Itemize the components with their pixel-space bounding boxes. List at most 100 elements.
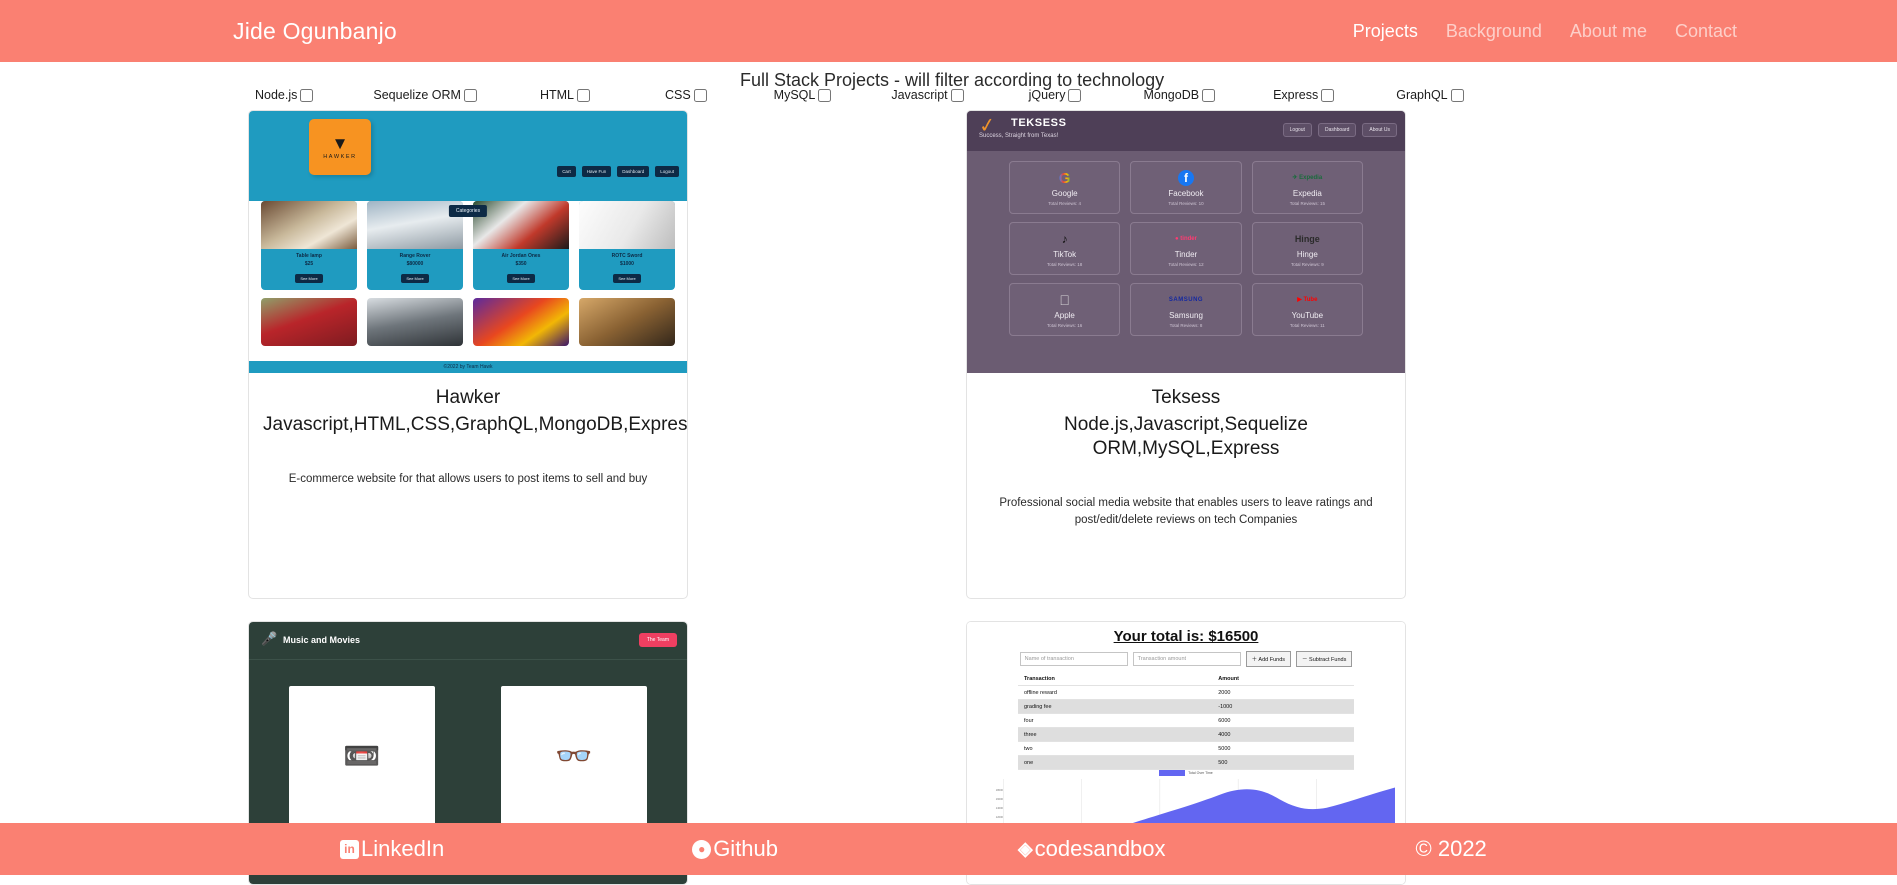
company-reviews: Total Reviews: 16 [1047, 322, 1083, 328]
filter-checkbox-jquery[interactable] [1068, 88, 1082, 102]
transaction-amount-input: Transaction amount [1132, 652, 1241, 667]
product-see-more-button: See More [295, 274, 323, 283]
project-title: Hawker [435, 387, 501, 408]
filter-mongodb[interactable]: MongoDB [1143, 88, 1216, 102]
cassette-tape-icon: 📼 [343, 739, 381, 773]
company-name: Samsung [1169, 310, 1203, 320]
filter-graphql[interactable]: GraphQL [1396, 88, 1464, 102]
product-price: $25 [304, 261, 314, 267]
filter-checkbox-express[interactable] [1321, 88, 1335, 102]
nav-link-about-me[interactable]: About me [1570, 21, 1647, 42]
desk-image [367, 298, 463, 346]
hawker-product-row-2 [249, 298, 687, 346]
footer-link-linkedin[interactable]: in LinkedIn [340, 836, 444, 862]
hawker-product-card [579, 298, 675, 346]
company-reviews: Total Reviews: 8 [1169, 322, 1203, 328]
product-see-more-button: See More [401, 274, 429, 283]
filter-html[interactable]: HTML [540, 88, 590, 102]
y-tick: 16000 [995, 798, 1003, 802]
nav-link-background[interactable]: Background [1446, 21, 1542, 42]
company-card-tinder: ● tinder Tinder Total Reviews: 12 [1130, 222, 1242, 275]
product-name: Air Jordan Ones [501, 253, 541, 259]
hawker-logo: ▼ HAWKER [309, 119, 371, 175]
table-row: grading fee -1000 [1018, 699, 1354, 715]
company-reviews: Total Reviews: 9 [1290, 261, 1324, 267]
transactions-table: Transaction Amount offline reward 2000 g… [1018, 672, 1354, 771]
linkedin-icon: in [340, 839, 359, 859]
project-tech-list: Javascript,HTML,CSS,GraphQL,MongoDB,Expr… [263, 414, 688, 435]
codesandbox-icon: ◈ [1018, 838, 1033, 860]
filter-jquery[interactable]: jQuery [1029, 88, 1082, 102]
filter-label-nodejs: Node.js [255, 88, 298, 102]
hawk-bird-icon: ▼ [331, 133, 349, 153]
hawker-nav-cart: Cart [557, 166, 576, 177]
tinder-logo-icon: ● tinder [1175, 236, 1197, 242]
nav-link-contact[interactable]: Contact [1675, 21, 1737, 42]
hawker-nav-logout: Logout [655, 166, 679, 177]
filter-label-sequelize-orm: Sequelize ORM [373, 88, 461, 102]
hawker-nav-have-fun: Have Fun [581, 166, 612, 177]
footer-link-github[interactable]: ● Github [692, 836, 778, 862]
samsung-logo-icon: SAMSUNG [1168, 297, 1204, 303]
microphone-icon: 🎤 [261, 631, 278, 647]
hawker-nav-dashboard: Dashboard [617, 166, 650, 177]
hawker-site-footer: ©2022 by Team Hawk [249, 361, 687, 373]
company-reviews: Total Reviews: 18 [1047, 261, 1083, 267]
nav-link-projects[interactable]: Projects [1353, 21, 1418, 42]
filter-javascript[interactable]: Javascript [891, 88, 964, 102]
product-name: Table lamp [296, 253, 322, 259]
brand-name[interactable]: Jide Ogunbanjo [233, 18, 397, 45]
company-name: Apple [1054, 310, 1075, 320]
filter-checkbox-mysql[interactable] [818, 88, 832, 102]
3d-glasses-icon: 👓 [555, 739, 593, 773]
filter-checkbox-sequelize-orm[interactable] [463, 88, 477, 102]
budget-total: Your total is: $16500 [1113, 628, 1259, 646]
filter-label-jquery: jQuery [1028, 88, 1066, 102]
y-tick: 18000 [995, 789, 1003, 793]
filter-checkbox-javascript[interactable] [950, 88, 964, 102]
legend-swatch [1159, 770, 1186, 777]
footer-link-codesandbox[interactable]: ◈ codesandbox [1018, 836, 1166, 862]
project-card-hawker[interactable]: ▼ HAWKER Cart Have Fun Dashboard Logout … [248, 110, 688, 600]
teksess-brand: TEKSESS [1011, 117, 1067, 129]
filter-checkbox-html[interactable] [576, 88, 590, 102]
air-jordan-image [473, 201, 569, 249]
column-header-transaction: Transaction [1018, 672, 1213, 687]
mam-brand: Music and Movies [283, 635, 361, 646]
transaction-name: one [1018, 755, 1213, 771]
table-row: four 6000 [1018, 713, 1354, 729]
table-lamp-image [261, 201, 357, 249]
filter-checkbox-nodejs[interactable] [300, 88, 314, 102]
filter-bar: Full Stack Projects - will filter accord… [0, 62, 1897, 108]
y-tick: 12000 [995, 816, 1003, 820]
apple-logo-icon:  [1059, 292, 1070, 309]
transaction-name: two [1018, 741, 1213, 757]
hinge-logo-icon: Hinge [1294, 233, 1320, 244]
subtract-funds-button: － Subtract Funds [1296, 651, 1353, 668]
site-footer: in LinkedIn ● Github ◈ codesandbox © 202… [0, 823, 1897, 875]
chart-legend: Total Over Time [977, 770, 1395, 777]
filter-label-javascript: Javascript [891, 88, 948, 102]
product-name: Range Rover [399, 253, 431, 259]
mam-the-team-button: The Team [638, 633, 677, 648]
filter-checkbox-css[interactable] [693, 88, 707, 102]
company-name: Google [1051, 188, 1078, 198]
bentley-image [261, 298, 357, 346]
teksess-header: ✓ TEKSESS Success, Straight from Texas! … [967, 111, 1405, 151]
expedia-logo-icon: ✈ Expedia [1292, 175, 1323, 181]
filter-checkbox-graphql[interactable] [1450, 88, 1464, 102]
project-description: E-commerce website for that allows users… [288, 472, 648, 485]
project-card-teksess[interactable]: ✓ TEKSESS Success, Straight from Texas! … [966, 110, 1406, 600]
hawker-header: ▼ HAWKER Cart Have Fun Dashboard Logout [249, 111, 687, 183]
filter-mysql[interactable]: MySQL [774, 88, 832, 102]
budget-entry-form: Name of transaction Transaction amount ＋… [977, 651, 1395, 668]
filter-sequelize-orm[interactable]: Sequelize ORM [373, 88, 477, 102]
teksess-nav-buttons: Logout Dashboard About Us [1282, 123, 1397, 137]
youtube-logo-icon: ▶ Tube [1297, 297, 1318, 303]
filter-express[interactable]: Express [1273, 88, 1335, 102]
filter-checkbox-mongodb[interactable] [1202, 88, 1216, 102]
product-price: $1000 [620, 261, 634, 267]
footer-label-github: Github [713, 836, 779, 861]
filter-css[interactable]: CSS [665, 88, 707, 102]
filter-nodejs[interactable]: Node.js [255, 88, 314, 102]
